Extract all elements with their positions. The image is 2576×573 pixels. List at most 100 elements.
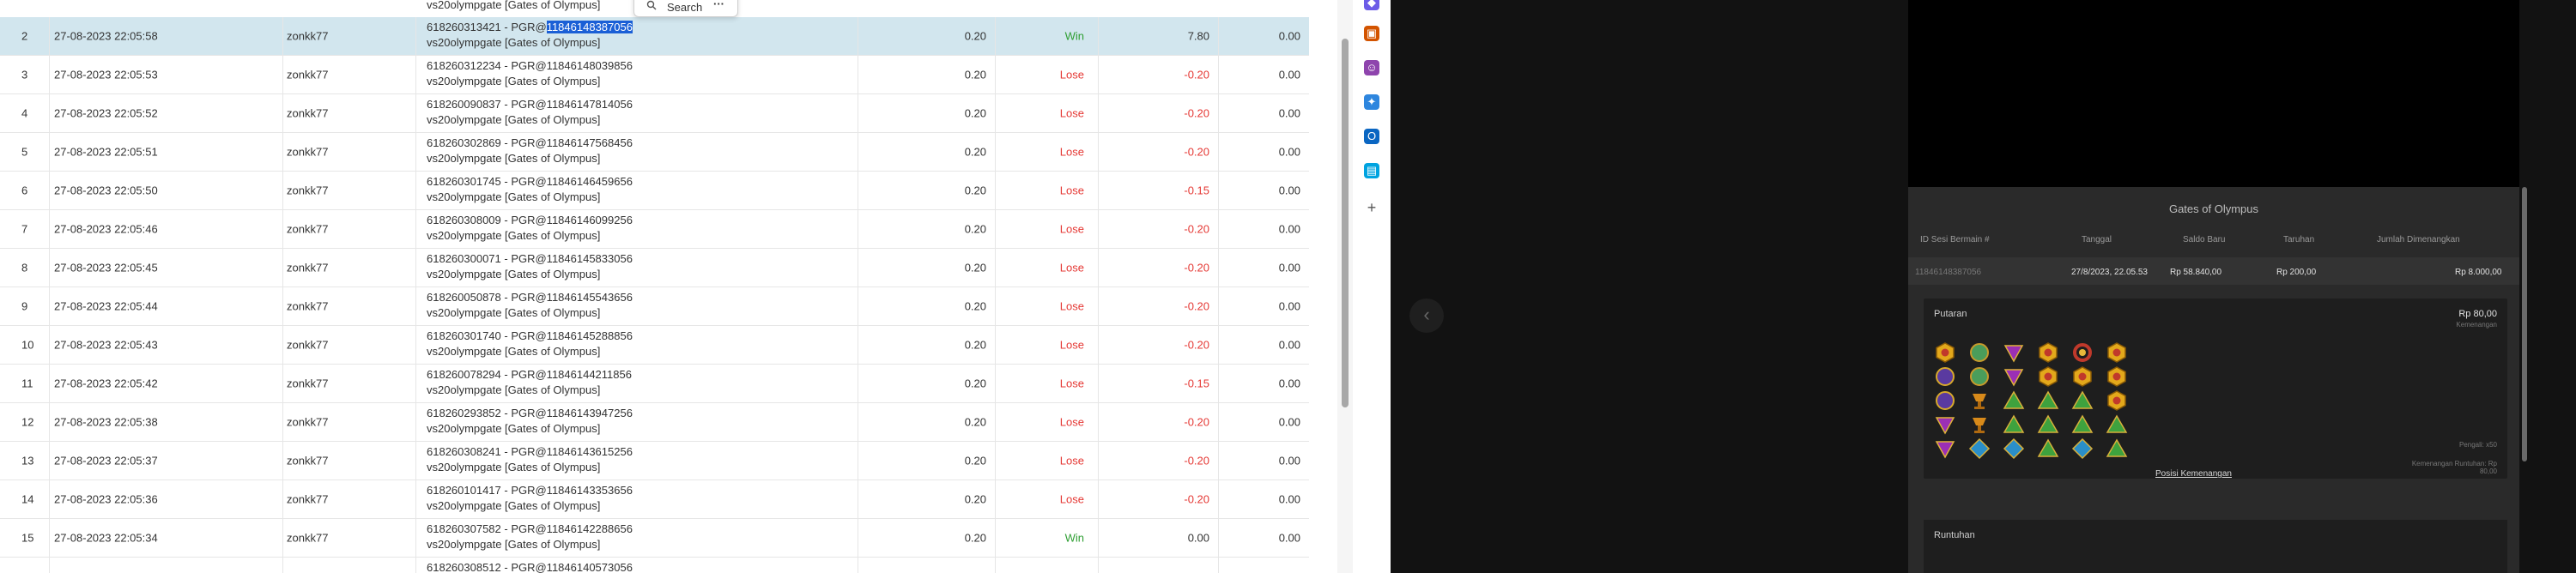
plus-icon[interactable]: + — [1364, 200, 1379, 215]
viewer-scrollbar[interactable] — [2522, 187, 2527, 461]
table-row[interactable]: 11 27-08-2023 22:05:42 zonkk77 618260078294… — [0, 365, 1309, 403]
table-row-partial-bottom[interactable]: 618260308512 - PGR@11846140573056 — [0, 558, 1309, 573]
transaction-id: 618260308512 - PGR@11846140573056 — [427, 561, 633, 573]
game-name: vs20olympgate [Gates of Olympus] — [427, 229, 601, 242]
row-datetime: 27-08-2023 22:05:37 — [54, 454, 158, 467]
people-icon[interactable]: ☺ — [1364, 60, 1379, 75]
table-row[interactable]: 5 27-08-2023 22:05:51 zonkk77 618260302869 … — [0, 133, 1309, 172]
bet-value: 0.20 — [964, 68, 986, 81]
table-row[interactable]: 6 27-08-2023 22:05:50 zonkk77 618260301745 … — [0, 172, 1309, 210]
slot-symbol-tri-g — [2037, 413, 2059, 436]
briefcase-icon[interactable]: ▣ — [1364, 26, 1379, 41]
slot-symbol-tri-g — [2106, 413, 2128, 436]
win-value: -0.20 — [1184, 454, 1209, 467]
row-username: zonkk77 — [287, 415, 329, 429]
slot-symbol-globe — [1968, 341, 1991, 364]
diamond-icon[interactable]: ◆ — [1364, 0, 1379, 10]
table-row[interactable]: 15 27-08-2023 22:05:34 zonkk77 618260307582… — [0, 519, 1309, 558]
slot-symbol-orb — [1934, 389, 1956, 412]
table-row[interactable]: 13 27-08-2023 22:05:37 zonkk77 618260308241… — [0, 442, 1309, 480]
table-row[interactable]: 4 27-08-2023 22:05:52 zonkk77 618260090837 … — [0, 94, 1309, 133]
row-number: 2 — [21, 29, 28, 43]
session-id: 11846148387056 — [1915, 268, 1982, 277]
row-number: 8 — [21, 261, 28, 274]
balance-value: 0.00 — [1278, 261, 1300, 274]
slot-symbol-hex — [2106, 365, 2128, 388]
row-username: zonkk77 — [287, 492, 329, 506]
row-username: zonkk77 — [287, 68, 329, 81]
win-value: -0.20 — [1184, 299, 1209, 313]
table-row[interactable]: 12 27-08-2023 22:05:38 zonkk77 618260293852… — [0, 403, 1309, 442]
cascade-section-label: Runtuhan — [1934, 530, 1975, 540]
search-icon — [646, 0, 657, 13]
store-icon[interactable]: ▤ — [1364, 163, 1379, 178]
bet-value: 0.20 — [964, 531, 986, 545]
bet-value: 0.20 — [964, 338, 986, 352]
row-number: 10 — [21, 338, 34, 352]
previous-button[interactable]: ‹ — [1409, 299, 1444, 333]
win-value: -0.20 — [1184, 415, 1209, 429]
slot-symbol-tri-g — [2003, 389, 2025, 412]
slot-symbol-diamond — [2071, 437, 2094, 460]
bet-value: 0.20 — [964, 377, 986, 390]
search-label: Search — [667, 1, 703, 14]
bet-value: 0.20 — [964, 106, 986, 120]
balance-value: 0.00 — [1278, 222, 1300, 236]
win-value: -0.15 — [1184, 184, 1209, 197]
bet-value: 0.20 — [964, 29, 986, 43]
row-username: zonkk77 — [287, 106, 329, 120]
game-name: vs20olympgate [Gates of Olympus] — [427, 499, 601, 512]
table-row[interactable]: 10 27-08-2023 22:05:43 zonkk77 618260301740… — [0, 326, 1309, 365]
table-row[interactable]: 8 27-08-2023 22:05:45 zonkk77 618260300071 … — [0, 249, 1309, 287]
transactions-table: vs20olympgate [Gates of Olympus] 2 27-08-… — [0, 0, 1309, 573]
win-value: -0.15 — [1184, 377, 1209, 390]
table-row[interactable]: 7 27-08-2023 22:05:46 zonkk77 618260308009 … — [0, 210, 1309, 249]
slot-symbol-tri-p — [1934, 437, 1956, 460]
row-username: zonkk77 — [287, 29, 329, 43]
transaction-id: 618260312234 - PGR@11846148039856 — [427, 59, 633, 72]
selected-text[interactable]: 11846148387056 — [546, 21, 633, 33]
slot-symbol-ring — [2071, 341, 2094, 364]
row-number: 3 — [21, 68, 28, 81]
bet-value: 0.20 — [964, 261, 986, 274]
win-value: 0.00 — [1187, 531, 1209, 545]
row-number: 4 — [21, 106, 28, 120]
balance-value: 0.00 — [1278, 415, 1300, 429]
search-popup[interactable]: Search ··· — [633, 0, 738, 17]
table-row[interactable]: 2 27-08-2023 22:05:58 zonkk77 618260313421 … — [0, 17, 1309, 56]
win-positions-link[interactable]: Posisi Kemenangan — [2155, 469, 2232, 479]
result-badge: Lose — [1059, 222, 1084, 236]
table-row[interactable]: 9 27-08-2023 22:05:44 zonkk77 618260050878 … — [0, 287, 1309, 326]
table-row[interactable]: 14 27-08-2023 22:05:36 zonkk77 618260101417… — [0, 480, 1309, 519]
table-row[interactable]: 3 27-08-2023 22:05:53 zonkk77 618260312234 … — [0, 56, 1309, 94]
result-badge: Lose — [1059, 454, 1084, 467]
game-name: vs20olympgate [Gates of Olympus] — [427, 383, 601, 396]
win-value: -0.20 — [1184, 261, 1209, 274]
scrollbar-thumb[interactable] — [1342, 39, 1349, 407]
result-badge: Lose — [1059, 261, 1084, 274]
row-datetime: 27-08-2023 22:05:53 — [54, 68, 158, 81]
outlook-icon[interactable]: O — [1364, 129, 1379, 144]
transaction-id: 618260313421 - PGR@11846148387056 — [427, 21, 633, 33]
spin-amount: Rp 80,00 — [2458, 309, 2497, 319]
result-badge: Lose — [1059, 184, 1084, 197]
game-name: vs20olympgate [Gates of Olympus] — [427, 75, 601, 87]
transaction-id: 618260050878 - PGR@11846145543656 — [427, 291, 633, 304]
transaction-id: 618260300071 - PGR@11846145833056 — [427, 252, 633, 265]
row-username: zonkk77 — [287, 454, 329, 467]
slot-symbol-chalice — [1968, 389, 1991, 412]
balance-value: 0.00 — [1278, 29, 1300, 43]
row-number: 9 — [21, 299, 28, 313]
result-badge: Lose — [1059, 338, 1084, 352]
slot-symbol-tri-g — [2071, 413, 2094, 436]
balance-value: 0.00 — [1278, 106, 1300, 120]
row-username: zonkk77 — [287, 184, 329, 197]
more-options-icon[interactable]: ··· — [713, 0, 724, 10]
balance-value: 0.00 — [1278, 492, 1300, 506]
slot-symbol-tri-g — [2106, 437, 2128, 460]
result-badge: Lose — [1059, 299, 1084, 313]
row-number: 13 — [21, 454, 34, 467]
video-area — [1908, 0, 2519, 187]
copilot-icon[interactable]: ✦ — [1364, 94, 1379, 110]
game-name: vs20olympgate [Gates of Olympus] — [427, 190, 601, 203]
